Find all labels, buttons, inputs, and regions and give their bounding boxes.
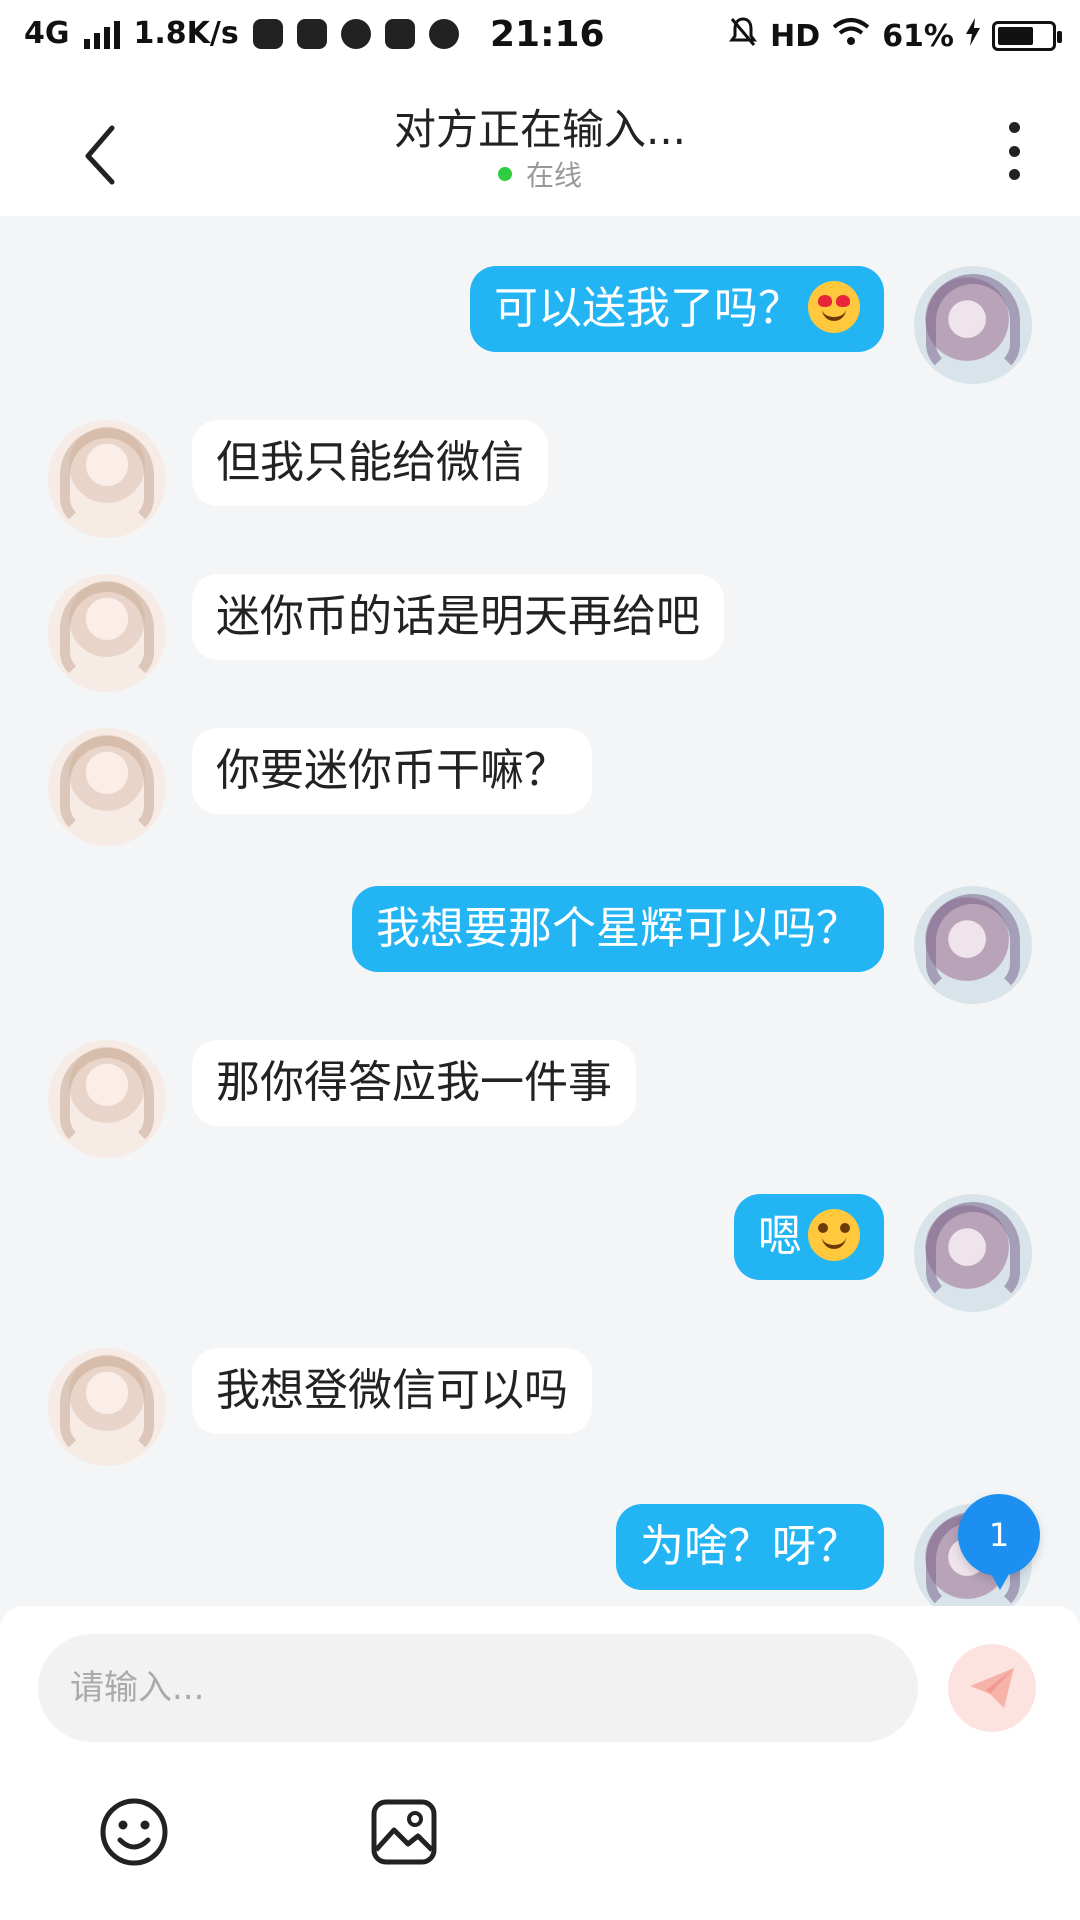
input-area [0, 1606, 1080, 1920]
message-row: 我想要那个星辉可以吗？ [0, 886, 1080, 1006]
message-bubble-incoming[interactable]: 我想登微信可以吗 [192, 1348, 592, 1434]
contact-avatar[interactable] [48, 574, 166, 692]
message-text: 嗯 [758, 1211, 802, 1262]
message-row: 迷你币的话是明天再给吧 [0, 574, 1080, 694]
send-button[interactable] [948, 1644, 1036, 1732]
video-notification-icon [296, 18, 327, 49]
wechat-notification-icon [252, 18, 283, 49]
message-notification-icon [428, 18, 459, 49]
message-bubble-outgoing[interactable]: 我想要那个星辉可以吗？ [352, 886, 884, 972]
message-bubble-incoming[interactable]: 你要迷你币干嘛？ [192, 728, 592, 814]
message-text: 可以送我了吗？ [494, 283, 802, 334]
app-notification-icon [340, 18, 371, 49]
heart-eyes-emoji-icon [808, 281, 860, 333]
my-avatar[interactable] [914, 266, 1032, 384]
message-bubble-outgoing[interactable]: 为啥？呀？ [616, 1504, 884, 1590]
image-button[interactable] [368, 1796, 440, 1868]
message-text: 但我只能给微信 [216, 437, 524, 488]
online-status-label: 在线 [525, 159, 582, 192]
chat-header: 对方正在输入... 在线 [0, 76, 1080, 216]
message-row: 可以送我了吗？ [0, 266, 1080, 386]
message-row: 为啥？呀？ [0, 1504, 1080, 1606]
battery-percent: 61% [882, 18, 954, 54]
contact-avatar[interactable] [48, 1348, 166, 1466]
emoji-button[interactable] [98, 1796, 170, 1868]
message-text: 为啥？呀？ [640, 1521, 860, 1572]
message-row: 我想登微信可以吗 [0, 1348, 1080, 1468]
message-row: 但我只能给微信 [0, 420, 1080, 540]
image-icon [371, 1799, 437, 1865]
battery-icon [992, 21, 1062, 51]
message-bubble-incoming[interactable]: 那你得答应我一件事 [192, 1040, 636, 1126]
square-notification-icon [384, 18, 415, 49]
message-row: 嗯 [0, 1194, 1080, 1314]
wifi-icon [832, 17, 870, 55]
chat-title: 对方正在输入... [393, 105, 687, 154]
message-text: 迷你币的话是明天再给吧 [216, 591, 700, 642]
message-row: 你要迷你币干嘛？ [0, 728, 1080, 848]
signal-icon [83, 19, 120, 49]
status-bar: 4G 1.8K/s 21:16 HD 61% [0, 0, 1080, 76]
message-bubble-incoming[interactable]: 迷你币的话是明天再给吧 [192, 574, 724, 660]
message-bubble-outgoing[interactable]: 可以送我了吗？ [470, 266, 884, 352]
message-text: 我想登微信可以吗 [216, 1365, 568, 1416]
contact-avatar[interactable] [48, 420, 166, 538]
my-avatar[interactable] [914, 1194, 1032, 1312]
network-type: 4G [24, 16, 70, 51]
smiley-icon [100, 1798, 168, 1866]
message-bubble-incoming[interactable]: 但我只能给微信 [192, 420, 548, 506]
network-speed: 1.8K/s [133, 16, 239, 51]
smiling-emoji-icon [808, 1209, 860, 1261]
unread-count-badge[interactable]: 1 [958, 1494, 1040, 1590]
charging-icon [966, 18, 980, 54]
clock: 21:16 [490, 14, 605, 55]
hd-indicator: HD [770, 18, 821, 54]
my-avatar[interactable] [914, 886, 1032, 1004]
paper-plane-icon [970, 1668, 1014, 1708]
message-row: 那你得答应我一件事 [0, 1040, 1080, 1160]
message-input[interactable] [38, 1634, 918, 1742]
message-list[interactable]: 可以送我了吗？ 但我只能给微信 迷你币的话是明天再给吧 你要迷你币干嘛？ 我想要… [0, 216, 1080, 1606]
message-text: 那你得答应我一件事 [216, 1057, 612, 1108]
message-bubble-outgoing[interactable]: 嗯 [734, 1194, 884, 1280]
message-text: 我想要那个星辉可以吗？ [376, 903, 860, 954]
message-text: 你要迷你币干嘛？ [216, 745, 568, 796]
contact-avatar[interactable] [48, 1040, 166, 1158]
online-status: 在线 [0, 154, 1080, 194]
silent-bell-icon [728, 16, 758, 56]
more-options-button[interactable] [994, 116, 1034, 186]
online-dot-icon [497, 167, 512, 181]
more-vertical-icon [1008, 122, 1020, 133]
contact-avatar[interactable] [48, 728, 166, 846]
